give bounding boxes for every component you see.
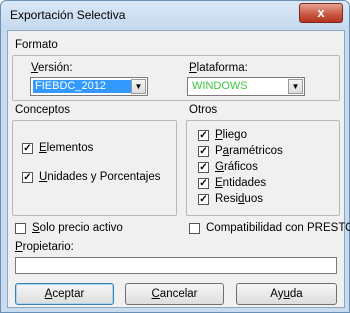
title-bar: Exportación Selectiva x (1, 1, 349, 29)
version-selected-value: FIEBDC_2012 (33, 80, 131, 93)
checkbox-box[interactable] (189, 222, 200, 234)
otros-item-label: Pliego (215, 129, 247, 141)
otros-item-label: Paramétricos (215, 145, 283, 157)
checkbox-box[interactable]: ✓ (22, 142, 33, 154)
checkbox-box[interactable]: ✓ (198, 129, 209, 141)
plataforma-selected-value: WINDOWS (192, 80, 248, 92)
compatibilidad-presto-checkbox[interactable]: Compatibilidad con PRESTO (189, 222, 350, 234)
checkbox-box[interactable]: ✓ (198, 145, 209, 157)
otros-item-graficos[interactable]: ✓ Gráficos (198, 161, 258, 173)
cancelar-button[interactable]: Cancelar (125, 283, 224, 305)
plataforma-select[interactable]: WINDOWS ▼ (187, 77, 305, 96)
checkbox-box[interactable] (15, 222, 26, 234)
solo-precio-activo-label: Solo precio activo (32, 222, 123, 234)
version-label: Versión: (31, 62, 73, 74)
checkbox-box[interactable]: ✓ (198, 193, 209, 205)
aceptar-button[interactable]: Aceptar (15, 283, 114, 305)
otros-group-label: Otros (189, 104, 218, 116)
checkbox-box[interactable]: ✓ (22, 171, 33, 183)
otros-item-residuos[interactable]: ✓ Residuos (198, 193, 263, 205)
ayuda-button[interactable]: Ayuda (236, 283, 337, 305)
otros-item-label: Residuos (215, 193, 263, 205)
formato-group-label: Formato (15, 39, 58, 51)
conceptos-group (12, 120, 177, 216)
otros-item-entidades[interactable]: ✓ Entidades (198, 177, 266, 189)
unidades-label: Unidades y Porcentajes (39, 171, 161, 183)
propietario-label: Propietario: (15, 241, 74, 253)
window-title: Exportación Selectiva (10, 8, 126, 22)
otros-item-parametricos[interactable]: ✓ Paramétricos (198, 145, 283, 157)
dialog-client-area: Formato Versión: FIEBDC_2012 ▼ Plataform… (7, 30, 350, 308)
dialog-window: Exportación Selectiva x Formato Versión:… (0, 0, 350, 313)
otros-item-label: Gráficos (215, 161, 258, 173)
chevron-down-icon[interactable]: ▼ (131, 79, 146, 94)
solo-precio-activo-checkbox[interactable]: Solo precio activo (15, 222, 123, 234)
conceptos-group-label: Conceptos (15, 104, 70, 116)
elementos-checkbox[interactable]: ✓ Elementos (22, 142, 93, 154)
elementos-label: Elementos (39, 142, 94, 154)
propietario-input[interactable] (15, 257, 337, 274)
plataforma-label: Plataforma: (189, 62, 248, 74)
otros-item-pliego[interactable]: ✓ Pliego (198, 129, 247, 141)
unidades-checkbox[interactable]: ✓ Unidades y Porcentajes (22, 171, 160, 183)
close-icon[interactable]: x (317, 5, 324, 20)
checkbox-box[interactable]: ✓ (198, 161, 209, 173)
close-button[interactable]: x (299, 3, 343, 23)
otros-item-label: Entidades (215, 177, 267, 189)
checkbox-box[interactable]: ✓ (198, 177, 209, 189)
chevron-down-icon[interactable]: ▼ (288, 79, 303, 94)
compatibilidad-presto-label: Compatibilidad con PRESTO (206, 222, 350, 234)
version-select[interactable]: FIEBDC_2012 ▼ (30, 77, 148, 96)
